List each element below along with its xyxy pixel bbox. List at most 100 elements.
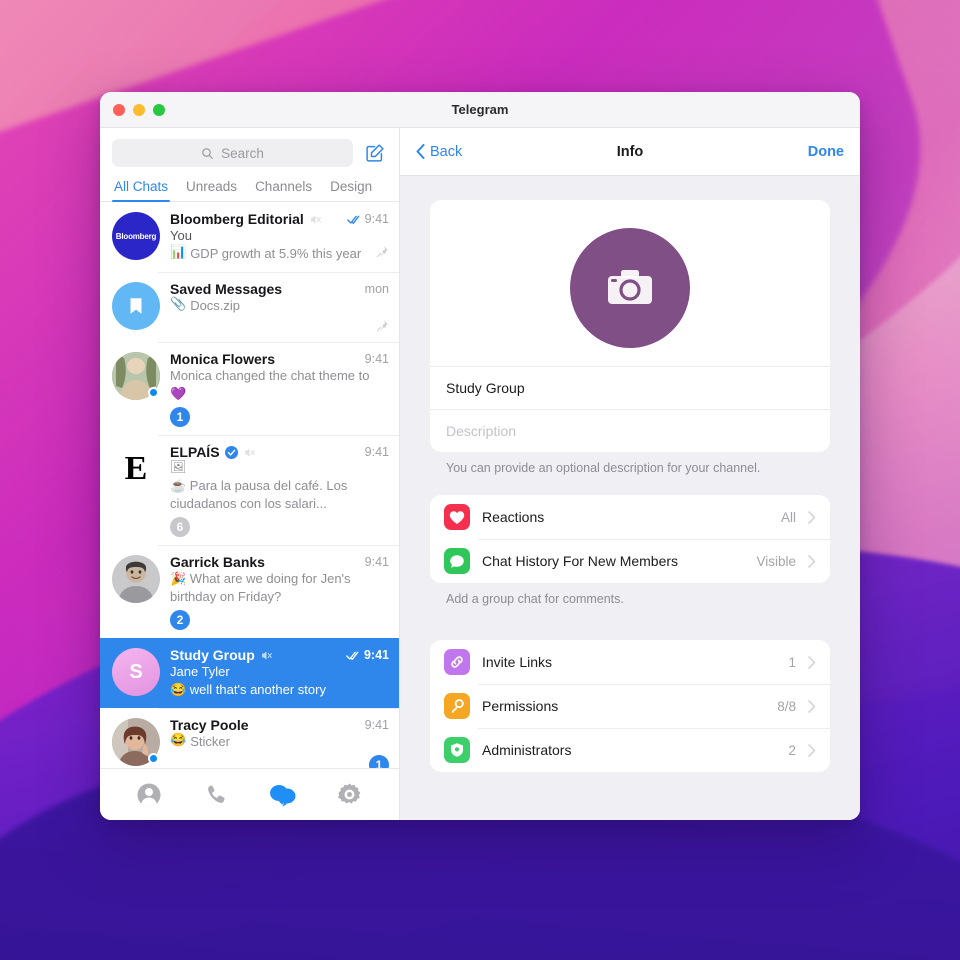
tab-channels[interactable]: Channels [255, 179, 312, 201]
chevron-right-icon [808, 655, 816, 669]
online-status-indicator [148, 387, 159, 399]
avatar [112, 282, 160, 331]
list-item-chat-history[interactable]: Chat History For New Members Visible [430, 539, 830, 583]
key-icon [444, 693, 470, 719]
group-avatar-wrap[interactable] [430, 200, 830, 366]
chat-preview-row: 🎉 What are we doing for Jen's birthday o… [170, 570, 389, 631]
chat-list-item-selected[interactable]: S Study Group 9:41 Jane Tyler 😂 well tha… [100, 638, 399, 709]
chat-list-item[interactable]: Tracy Poole 9:41 😂 Sticker 1 [100, 708, 399, 768]
description-help-text: You can provide an optional description … [446, 461, 761, 475]
chat-name: ELPAÍS [170, 444, 220, 461]
mute-icon [310, 215, 321, 224]
list-item-administrators[interactable]: Administrators 2 [430, 728, 830, 772]
chat-list: Bloomberg Bloomberg Editorial 9:41 You 📊… [100, 202, 399, 768]
chat-preview: ☕ Para la pausa del café. Los ciudadanos… [170, 478, 348, 512]
chevron-right-icon [808, 510, 816, 524]
chat-list-item[interactable]: E ELPAÍS 9:41 🖼 ☕ Para la pausa del café… [100, 435, 399, 545]
chevron-right-icon [808, 699, 816, 713]
group-avatar[interactable] [570, 228, 690, 348]
heart-icon [444, 504, 470, 530]
avatar-photo-illustration [112, 555, 160, 604]
chat-preview-row: 🖼 ☕ Para la pausa del café. Los ciudadan… [170, 459, 389, 538]
group-description-field[interactable]: Description [430, 409, 830, 452]
chat-sender: Jane Tyler [170, 664, 230, 680]
minimize-button-icon[interactable] [133, 103, 145, 116]
chats-icon [269, 784, 296, 806]
chat-bubble-glyph [450, 554, 464, 568]
telegram-window: Telegram Search All Chats Unreads Channe… [100, 92, 860, 820]
list-item-label: Chat History For New Members [482, 553, 679, 569]
chat-timestamp-wrap: 9:41 [340, 648, 389, 662]
list-item-value: All [780, 509, 796, 525]
unread-badge: 2 [170, 610, 190, 631]
chat-bubble-icon [444, 548, 470, 574]
tab-unreads[interactable]: Unreads [186, 179, 237, 201]
avatar [112, 555, 160, 604]
search-row: Search [100, 128, 399, 176]
list-item-invite-links[interactable]: Invite Links 1 [430, 640, 830, 684]
chat-preview: Monica changed the chat theme to 💜 [170, 368, 370, 402]
tab-design[interactable]: Design [330, 179, 372, 201]
maximize-button-icon[interactable] [153, 103, 165, 116]
search-icon [202, 147, 214, 159]
group-admin-card: Invite Links 1 Permissions 8/8 Administr… [430, 640, 830, 772]
settings-icon [338, 783, 361, 804]
nav-settings-button[interactable] [336, 781, 364, 809]
bottom-navigation [100, 768, 399, 820]
avatar-label: S [112, 648, 160, 697]
tab-all-chats[interactable]: All Chats [111, 179, 171, 203]
unread-badge: 1 [170, 407, 190, 428]
chat-sidebar: Search All Chats Unreads Channels Design [100, 128, 400, 820]
chevron-right-icon [808, 554, 816, 568]
chat-list-item[interactable]: Monica Flowers 9:41 Monica changed the c… [100, 342, 399, 435]
chat-list-item[interactable]: Bloomberg Bloomberg Editorial 9:41 You 📊… [100, 202, 399, 272]
preview-thumbnail-icon: 🖼 [170, 459, 187, 475]
verified-badge-icon [224, 445, 238, 459]
avatar [112, 718, 160, 767]
chat-preview-row: Monica changed the chat theme to 💜 1 [170, 367, 389, 428]
chat-timestamp: 9:41 [364, 445, 389, 460]
list-item-reactions[interactable]: Reactions All [430, 495, 830, 539]
close-button-icon[interactable] [113, 103, 125, 116]
link-icon [444, 649, 470, 675]
preview-emoji: 📊 [170, 244, 187, 260]
chevron-left-icon [416, 144, 425, 159]
list-item-value: 1 [788, 654, 796, 670]
group-name-field[interactable]: Study Group [430, 366, 830, 409]
list-item-label: Administrators [482, 742, 572, 758]
chat-list-item[interactable]: Garrick Banks 9:41 🎉 What are we doing f… [100, 545, 399, 638]
chat-preview: Docs.zip [190, 298, 241, 314]
avatar-photo [112, 555, 160, 604]
nav-chats-button[interactable] [269, 781, 297, 809]
chat-filter-tabs: All Chats Unreads Channels Design [100, 176, 399, 203]
info-panel: Back Info Done Study Group Description Y… [400, 128, 860, 820]
chat-name: Tracy Poole [170, 717, 249, 734]
nav-contacts-button[interactable] [135, 781, 163, 809]
shield-glyph [451, 743, 463, 757]
group-settings-card: Reactions All Chat History For New Membe [430, 495, 830, 583]
chat-list-item[interactable]: Saved Messages mon 📎 Docs.zip [100, 272, 399, 342]
compose-icon [366, 144, 384, 162]
chat-name: Study Group [170, 647, 255, 664]
chat-name: Bloomberg Editorial [170, 211, 304, 228]
chat-timestamp: 9:41 [364, 352, 389, 367]
avatar-label: E [112, 445, 160, 494]
chat-preview: GDP growth at 5.9% this year [190, 246, 362, 262]
read-ticks-icon [346, 215, 359, 224]
key-glyph [452, 699, 464, 713]
list-item-permissions[interactable]: Permissions 8/8 [430, 684, 830, 728]
chat-preview: 😂 well that's another story [170, 681, 326, 697]
camera-icon [608, 270, 652, 304]
calls-icon [208, 784, 225, 803]
done-button[interactable]: Done [808, 144, 844, 160]
chat-timestamp-wrap: 9:41 [341, 212, 389, 226]
back-button[interactable]: Back [416, 144, 462, 160]
traffic-lights [100, 103, 165, 116]
nav-calls-button[interactable] [202, 781, 230, 809]
chat-timestamp: 9:41 [363, 648, 389, 663]
mute-icon [244, 448, 255, 457]
info-panel-title: Info [616, 143, 644, 160]
chat-timestamp: 9:41 [364, 555, 389, 570]
search-input[interactable]: Search [112, 139, 353, 167]
compose-button[interactable] [363, 141, 387, 165]
